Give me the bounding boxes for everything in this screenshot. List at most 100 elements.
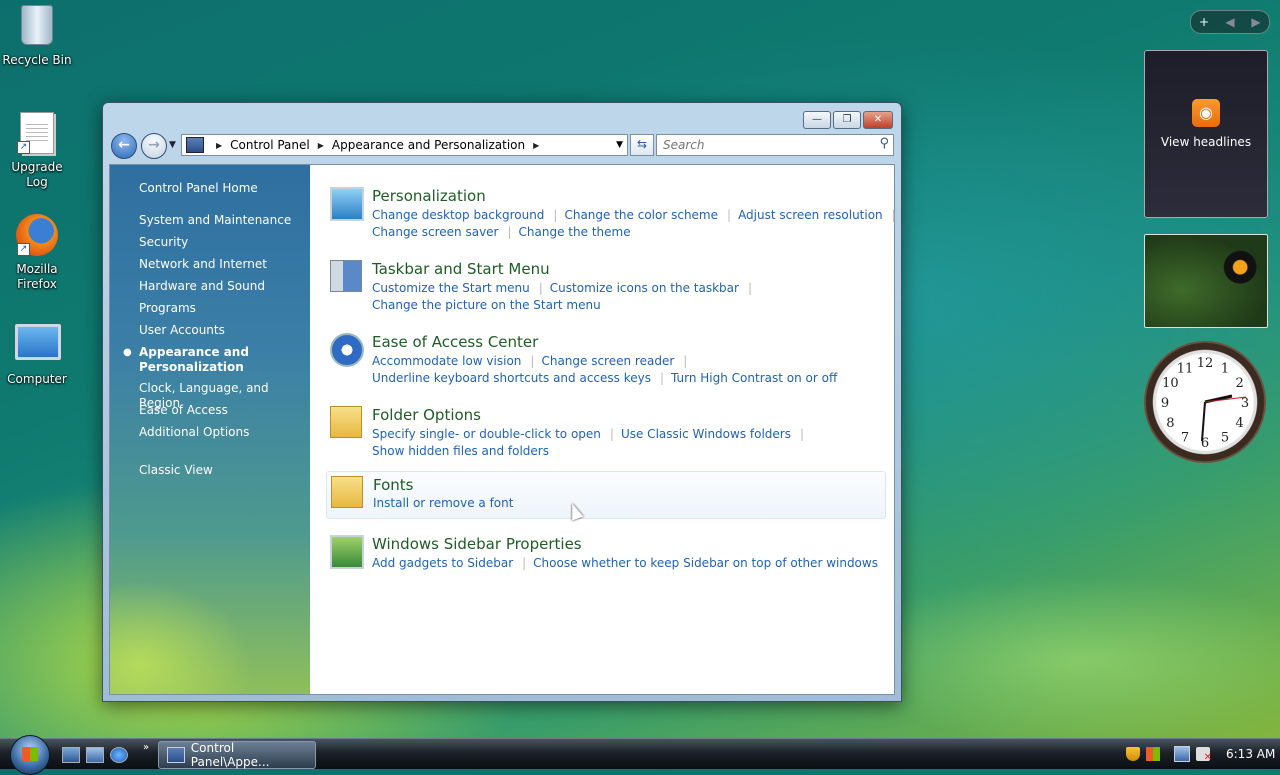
category-title[interactable]: Ease of Access Center	[372, 333, 538, 351]
desktop-icon-recycle-bin[interactable]: Recycle Bin	[0, 2, 74, 68]
add-gadget-button[interactable]: +	[1191, 15, 1217, 29]
breadcrumb-chevron-icon[interactable]: ▶	[216, 141, 222, 150]
network-icon[interactable]	[1174, 746, 1190, 762]
nav-additional-options[interactable]: Additional Options	[139, 425, 249, 440]
link-separator: |	[507, 225, 512, 239]
clock-face: 12 1234567891011	[1161, 356, 1249, 451]
taskbar-icon[interactable]	[330, 260, 362, 292]
category-link[interactable]: Change the color scheme	[564, 208, 718, 222]
ease-of-access-icon[interactable]	[330, 333, 364, 367]
breadcrumb-control-panel[interactable]: Control Panel	[230, 138, 310, 152]
breadcrumb-chevron-icon[interactable]: ▶	[533, 141, 539, 150]
category-link[interactable]: Choose whether to keep Sidebar on top of…	[533, 556, 878, 570]
recent-pages-dropdown[interactable]: ▼	[169, 140, 176, 150]
category-link[interactable]: Specify single- or double-click to open	[372, 427, 601, 441]
category-link[interactable]: Change the picture on the Start menu	[372, 298, 601, 312]
minimize-button[interactable]: —	[803, 111, 831, 129]
link-separator: |	[522, 556, 527, 570]
clock-gadget[interactable]: 12 1 2 3 4 5 6 7 8 9 10 11	[1144, 341, 1266, 463]
personalization-icon[interactable]	[330, 187, 364, 221]
clock-number: 8	[1166, 416, 1174, 431]
category-link[interactable]: Use Classic Windows folders	[621, 427, 791, 441]
category-link[interactable]: Customize the Start menu	[372, 281, 530, 295]
system-tray: ✕ 6:13 AM	[1126, 740, 1280, 768]
back-button[interactable]: ←	[111, 133, 137, 159]
quick-launch-more-button[interactable]: »	[143, 742, 149, 753]
control-panel-icon	[167, 747, 185, 763]
address-bar[interactable]: ▶ Control Panel ▶ Appearance and Persona…	[181, 134, 628, 156]
refresh-button[interactable]: ⇆	[630, 134, 654, 156]
category-taskbar-and-start-menu: Taskbar and Start Menu Customize the Star…	[326, 260, 884, 316]
clock-time[interactable]: 6:13 AM	[1226, 747, 1275, 761]
category-link[interactable]: Install or remove a font	[373, 496, 513, 510]
nav-system-maintenance[interactable]: System and Maintenance	[139, 213, 291, 228]
link-separator: |	[891, 208, 896, 222]
fonts-icon[interactable]	[331, 476, 363, 508]
category-fonts: Fonts Install or remove a font	[326, 471, 886, 519]
nav-ease-of-access[interactable]: Ease of Access	[139, 403, 228, 418]
search-icon[interactable]: ⚲	[879, 136, 889, 151]
close-button[interactable]: ✕	[863, 111, 893, 129]
maximize-button[interactable]: ❐	[833, 111, 861, 129]
desktop-icon-firefox[interactable]: ↗ Mozilla Firefox	[0, 214, 74, 292]
refresh-icon: ⇆	[636, 137, 648, 151]
back-arrow-icon: ←	[118, 137, 130, 153]
nav-appearance-personalization[interactable]: Appearance and Personalization	[139, 345, 249, 375]
category-title[interactable]: Windows Sidebar Properties	[372, 535, 582, 553]
control-panel-home-link[interactable]: Control Panel Home	[139, 181, 258, 196]
category-link[interactable]: Underline keyboard shortcuts and access …	[372, 371, 651, 385]
category-link[interactable]: Change desktop background	[372, 208, 544, 222]
clock-number: 12	[1197, 356, 1214, 371]
category-link[interactable]: Accommodate low vision	[372, 354, 521, 368]
category-title[interactable]: Personalization	[372, 187, 486, 205]
internet-explorer-icon[interactable]	[110, 747, 128, 763]
search-input[interactable]	[661, 135, 865, 155]
category-link[interactable]: Customize icons on the taskbar	[550, 281, 739, 295]
link-separator: |	[727, 208, 732, 222]
desktop-icon-label: Computer	[7, 372, 67, 386]
desktop-icon-upgrade-log[interactable]: ↗ Upgrade Log	[0, 112, 74, 190]
view-headlines-link[interactable]: View headlines	[1145, 135, 1267, 149]
previous-page-button[interactable]: ◀	[1217, 15, 1243, 29]
nav-user-accounts[interactable]: User Accounts	[139, 323, 225, 338]
search-box: ⚲	[656, 134, 894, 156]
task-pane: Control Panel Home System and Maintenanc…	[110, 165, 310, 694]
control-panel-window: — ❐ ✕ ← → ▼ ▶ Control Panel ▶ Appearance…	[102, 102, 902, 702]
next-page-button[interactable]: ▶	[1243, 15, 1269, 29]
start-button[interactable]	[10, 735, 50, 775]
slideshow-gadget[interactable]	[1144, 234, 1268, 328]
desktop-icon-computer[interactable]: Computer	[0, 320, 74, 387]
nav-security[interactable]: Security	[139, 235, 188, 250]
nav-hardware-sound[interactable]: Hardware and Sound	[139, 279, 265, 294]
category-link[interactable]: Adjust screen resolution	[738, 208, 883, 222]
category-title[interactable]: Folder Options	[372, 406, 481, 424]
windows-update-icon[interactable]	[1146, 747, 1160, 761]
link-separator: |	[609, 427, 614, 441]
breadcrumb-chevron-icon[interactable]: ▶	[318, 141, 324, 150]
switch-windows-icon[interactable]	[86, 747, 104, 763]
classic-view-link[interactable]: Classic View	[139, 463, 213, 478]
firefox-icon: ↗	[15, 214, 59, 258]
category-link[interactable]: Change the theme	[519, 225, 631, 239]
category-title[interactable]: Taskbar and Start Menu	[372, 260, 550, 278]
category-link[interactable]: Turn High Contrast on or off	[671, 371, 837, 385]
taskbar-button-control-panel[interactable]: Control Panel\Appe...	[158, 741, 316, 769]
security-shield-icon[interactable]	[1126, 747, 1140, 761]
category-title[interactable]: Fonts	[373, 476, 413, 494]
nav-programs[interactable]: Programs	[139, 301, 196, 316]
sidebar-icon[interactable]	[330, 535, 364, 569]
category-link[interactable]: Show hidden files and folders	[372, 444, 549, 458]
category-link[interactable]: Change screen saver	[372, 225, 499, 239]
show-desktop-icon[interactable]	[62, 747, 80, 763]
breadcrumb-appearance[interactable]: Appearance and Personalization	[332, 138, 525, 152]
forward-button[interactable]: →	[141, 133, 167, 159]
folder-options-icon[interactable]	[330, 406, 362, 438]
clock-number: 1	[1221, 361, 1229, 376]
category-link[interactable]: Change screen reader	[541, 354, 674, 368]
category-links: Customize the Start menu | Customize icons…	[372, 280, 882, 314]
volume-muted-icon[interactable]: ✕	[1196, 747, 1212, 763]
address-dropdown-icon[interactable]: ▼	[616, 140, 623, 150]
nav-network-internet[interactable]: Network and Internet	[139, 257, 267, 272]
feed-headlines-gadget[interactable]: ◉ View headlines	[1144, 50, 1268, 218]
category-link[interactable]: Add gadgets to Sidebar	[372, 556, 513, 570]
